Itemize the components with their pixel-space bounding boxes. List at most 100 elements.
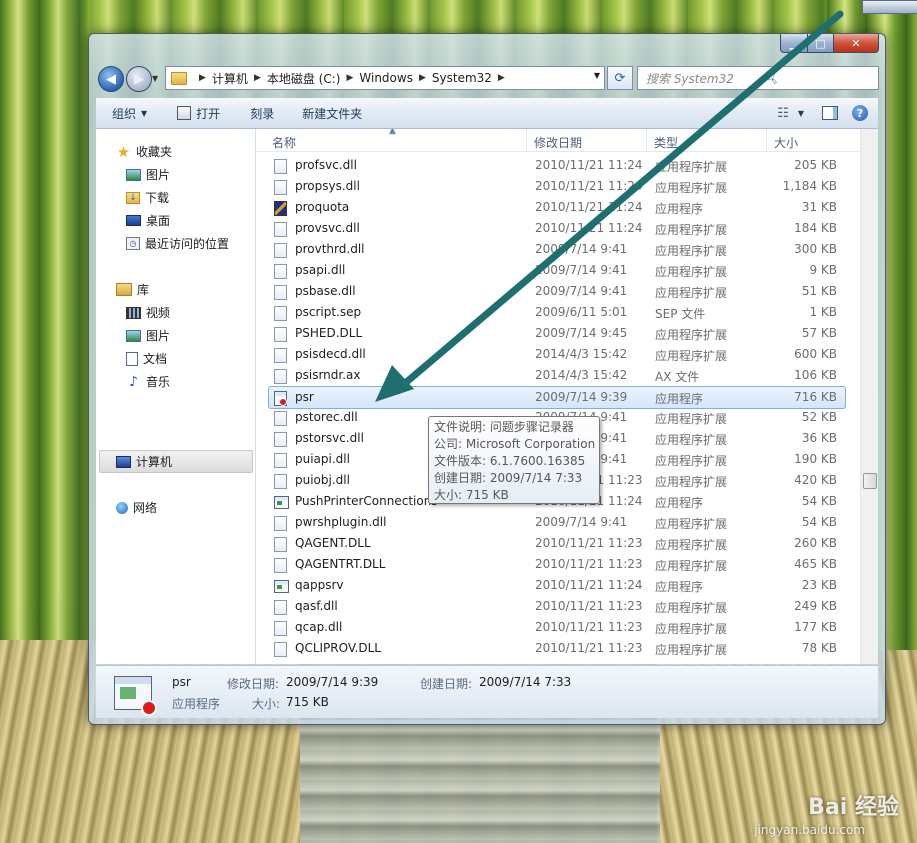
file-type: 应用程序	[655, 580, 704, 594]
file-size: 249 KB	[794, 599, 837, 613]
table-row[interactable]: psisrndr.ax 2014/4/3 15:42 AX 文件 106 KB	[269, 365, 845, 386]
burn-label: 刻录	[250, 106, 275, 121]
table-row[interactable]: psapi.dll 2009/7/14 9:41 应用程序扩展 9 KB	[269, 260, 845, 281]
caption-buttons: ▁ □ ✕	[780, 34, 879, 53]
breadcrumb-system32[interactable]: System32	[432, 71, 492, 85]
file-name: provthrd.dll	[295, 242, 365, 256]
column-size[interactable]: 大小	[774, 134, 798, 151]
nav-item-downloads[interactable]: ↓ 下载	[126, 189, 169, 206]
table-row[interactable]: PSHED.DLL 2009/7/14 9:45 应用程序扩展 57 KB	[269, 323, 845, 344]
table-row[interactable]: QCLIPROV.DLL 2010/11/21 11:23 应用程序扩展 78 KB	[269, 638, 845, 659]
column-header: ▲ 名称 修改日期 类型 大小	[256, 129, 864, 152]
file-type: 应用程序扩展	[655, 601, 728, 615]
chevron-right-icon[interactable]: ▶	[254, 73, 261, 83]
table-row[interactable]: pscript.sep 2009/6/11 5:01 SEP 文件 1 KB	[269, 302, 845, 323]
nav-libraries[interactable]: 库	[116, 281, 149, 298]
taskbar-fragment	[862, 0, 917, 14]
organize-button[interactable]: 组织 ▼	[112, 105, 147, 122]
file-size: 300 KB	[794, 242, 837, 256]
table-row[interactable]: psisdecd.dll 2014/4/3 15:42 应用程序扩展 600 KB	[269, 344, 845, 365]
dll-file-icon	[274, 180, 287, 195]
chevron-right-icon[interactable]: ▶	[419, 73, 426, 83]
search-icon[interactable]: 🔍︎	[763, 71, 872, 85]
preview-pane-icon[interactable]	[822, 106, 838, 120]
table-row[interactable]: QAGENTRT.DLL 2010/11/21 11:23 应用程序扩展 465 KB	[269, 554, 845, 575]
nav-favorites[interactable]: ★ 收藏夹	[116, 143, 172, 161]
stone-steps	[300, 720, 660, 843]
burn-button[interactable]: 刻录	[250, 105, 274, 122]
scrollbar-thumb[interactable]	[863, 473, 877, 489]
table-row[interactable]: provsvc.dll 2010/11/21 11:24 应用程序扩展 184 KB	[269, 218, 845, 239]
column-name[interactable]: 名称	[272, 134, 296, 151]
new-folder-button[interactable]: 新建文件夹	[302, 105, 362, 122]
column-date[interactable]: 修改日期	[534, 134, 582, 151]
breadcrumb-computer[interactable]: 计算机	[212, 70, 248, 87]
nav-computer[interactable]: 计算机	[116, 453, 172, 470]
column-divider[interactable]	[526, 129, 527, 151]
chevron-down-icon[interactable]: ▼	[798, 109, 804, 118]
file-name: QAGENT.DLL	[295, 536, 371, 550]
psr-app-icon	[274, 391, 287, 406]
close-button[interactable]: ✕	[834, 34, 879, 53]
table-row-selected[interactable]: psr 2009/7/14 9:39 应用程序 716 KB	[268, 386, 846, 409]
nav-item-lib-pictures[interactable]: 图片	[126, 327, 170, 344]
nav-item-recent[interactable]: ◷ 最近访问的位置	[126, 235, 229, 252]
file-size: 1 KB	[809, 305, 837, 319]
file-name: pstorec.dll	[295, 410, 358, 424]
table-row[interactable]: qappsrv 2010/11/21 11:24 应用程序 23 KB	[269, 575, 845, 596]
file-type: 应用程序扩展	[655, 517, 728, 531]
search-box[interactable]: 搜索 System32 🔍︎	[637, 66, 879, 90]
nav-item-label: 桌面	[146, 214, 171, 228]
table-row[interactable]: psbase.dll 2009/7/14 9:41 应用程序扩展 51 KB	[269, 281, 845, 302]
nav-item-videos[interactable]: 视频	[126, 304, 170, 321]
open-button[interactable]: 打开	[177, 105, 220, 122]
table-row[interactable]: proquota 2010/11/21 11:24 应用程序 31 KB	[269, 197, 845, 218]
column-divider[interactable]	[646, 129, 647, 151]
file-name: qappsrv	[295, 578, 344, 592]
nav-item-label: 文档	[143, 352, 168, 366]
file-type: 应用程序扩展	[655, 160, 728, 174]
file-date: 2009/7/14 9:41	[535, 242, 628, 256]
column-type[interactable]: 类型	[654, 134, 678, 151]
address-bar[interactable]: ▶ 计算机 ▶ 本地磁盘 (C:) ▶ Windows ▶ System32 ▶…	[165, 66, 605, 90]
back-button[interactable]: ◀	[98, 66, 124, 92]
breadcrumb-local-disk[interactable]: 本地磁盘 (C:)	[267, 70, 341, 87]
dll-file-icon	[274, 537, 287, 552]
videos-icon	[126, 306, 141, 319]
view-options-icon[interactable]: ☷	[777, 106, 789, 121]
table-row[interactable]: qcap.dll 2010/11/21 11:23 应用程序扩展 177 KB	[269, 617, 845, 638]
table-row[interactable]: pwrshplugin.dll 2009/7/14 9:41 应用程序扩展 54 KB	[269, 512, 845, 533]
address-dropdown-icon[interactable]: ▼	[594, 71, 600, 80]
organize-label: 组织	[112, 106, 137, 121]
vertical-scrollbar[interactable]	[860, 129, 878, 664]
breadcrumb-windows[interactable]: Windows	[359, 71, 413, 85]
nav-item-music[interactable]: ♪ 音乐	[126, 373, 170, 390]
recent-pages-dropdown[interactable]: ▼	[152, 74, 158, 83]
file-type: 应用程序扩展	[655, 433, 728, 447]
file-size: 205 KB	[794, 158, 837, 172]
file-name: profsvc.dll	[295, 158, 357, 172]
table-row[interactable]: provthrd.dll 2009/7/14 9:41 应用程序扩展 300 KB	[269, 239, 845, 260]
minimize-button[interactable]: ▁	[780, 34, 808, 53]
nav-item-documents[interactable]: 文档	[126, 350, 167, 367]
maximize-button[interactable]: □	[808, 34, 834, 53]
chevron-right-icon[interactable]: ▶	[199, 73, 206, 83]
file-type: 应用程序扩展	[655, 643, 728, 657]
table-row[interactable]: qasf.dll 2010/11/21 11:23 应用程序扩展 249 KB	[269, 596, 845, 617]
table-row[interactable]: QAGENT.DLL 2010/11/21 11:23 应用程序扩展 260 KB	[269, 533, 845, 554]
column-divider[interactable]	[766, 129, 767, 151]
nav-network[interactable]: 网络	[116, 499, 157, 516]
table-row[interactable]: propsys.dll 2010/11/21 11:24 应用程序扩展 1,184 K…	[269, 176, 845, 197]
file-list: ▲ 名称 修改日期 类型 大小 profsvc.dll 2010/11/21 11…	[256, 129, 864, 664]
file-date: 2010/11/21 11:24	[535, 578, 643, 592]
table-row[interactable]: profsvc.dll 2010/11/21 11:24 应用程序扩展 205 KB	[269, 155, 845, 176]
help-icon[interactable]: ?	[852, 105, 868, 121]
chevron-right-icon[interactable]: ▶	[498, 73, 505, 83]
nav-item-pictures[interactable]: 图片	[126, 166, 170, 183]
refresh-button[interactable]: ⟳	[607, 66, 633, 90]
forward-arrow-icon: ▶	[134, 71, 144, 87]
nav-item-desktop[interactable]: 桌面	[126, 212, 170, 229]
file-name: pwrshplugin.dll	[295, 515, 387, 529]
chevron-right-icon[interactable]: ▶	[346, 73, 353, 83]
forward-button[interactable]: ▶	[126, 66, 152, 92]
